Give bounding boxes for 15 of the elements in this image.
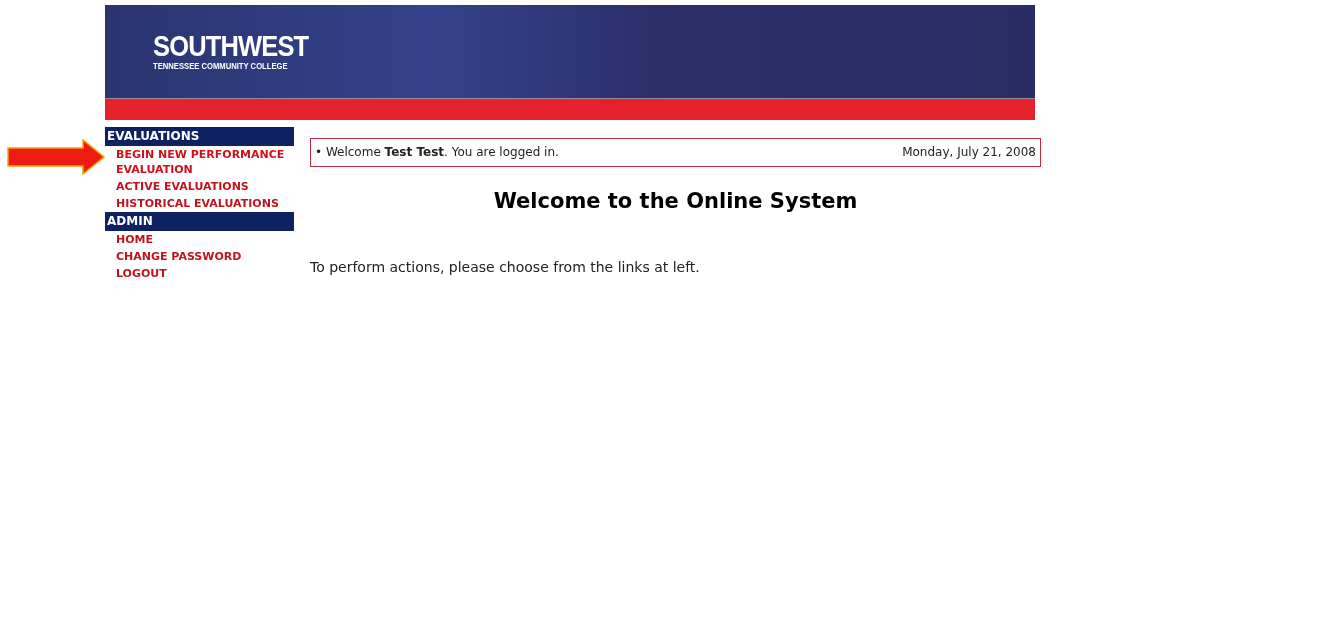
arrow-icon (7, 139, 105, 175)
sidebar-link[interactable]: LOGOUT (105, 265, 294, 282)
page-heading: Welcome to the Online System (492, 189, 859, 213)
sidebar-heading: ADMIN (105, 212, 294, 231)
sidebar-link[interactable]: HOME (105, 231, 294, 248)
instruction-text: To perform actions, please choose from the links at left. (310, 259, 701, 275)
sidebar-heading: EVALUATIONS (105, 127, 294, 146)
sidebar-link[interactable]: CHANGE PASSWORD (105, 248, 294, 265)
sidebar-link[interactable]: ACTIVE EVALUATIONS (105, 178, 294, 195)
sidebar-link[interactable]: HISTORICAL EVALUATIONS (105, 195, 294, 212)
logo-title: SOUTHWEST (153, 31, 309, 61)
date-text: Monday, July 21, 2008 (902, 145, 1036, 160)
sidebar-link[interactable]: BEGIN NEW PERFORMANCE EVALUATION (105, 146, 294, 178)
welcome-message: • Welcome Test Test. You are logged in. (315, 145, 559, 160)
logo-subtitle: TENNESSEE COMMUNITY COLLEGE (153, 61, 288, 72)
